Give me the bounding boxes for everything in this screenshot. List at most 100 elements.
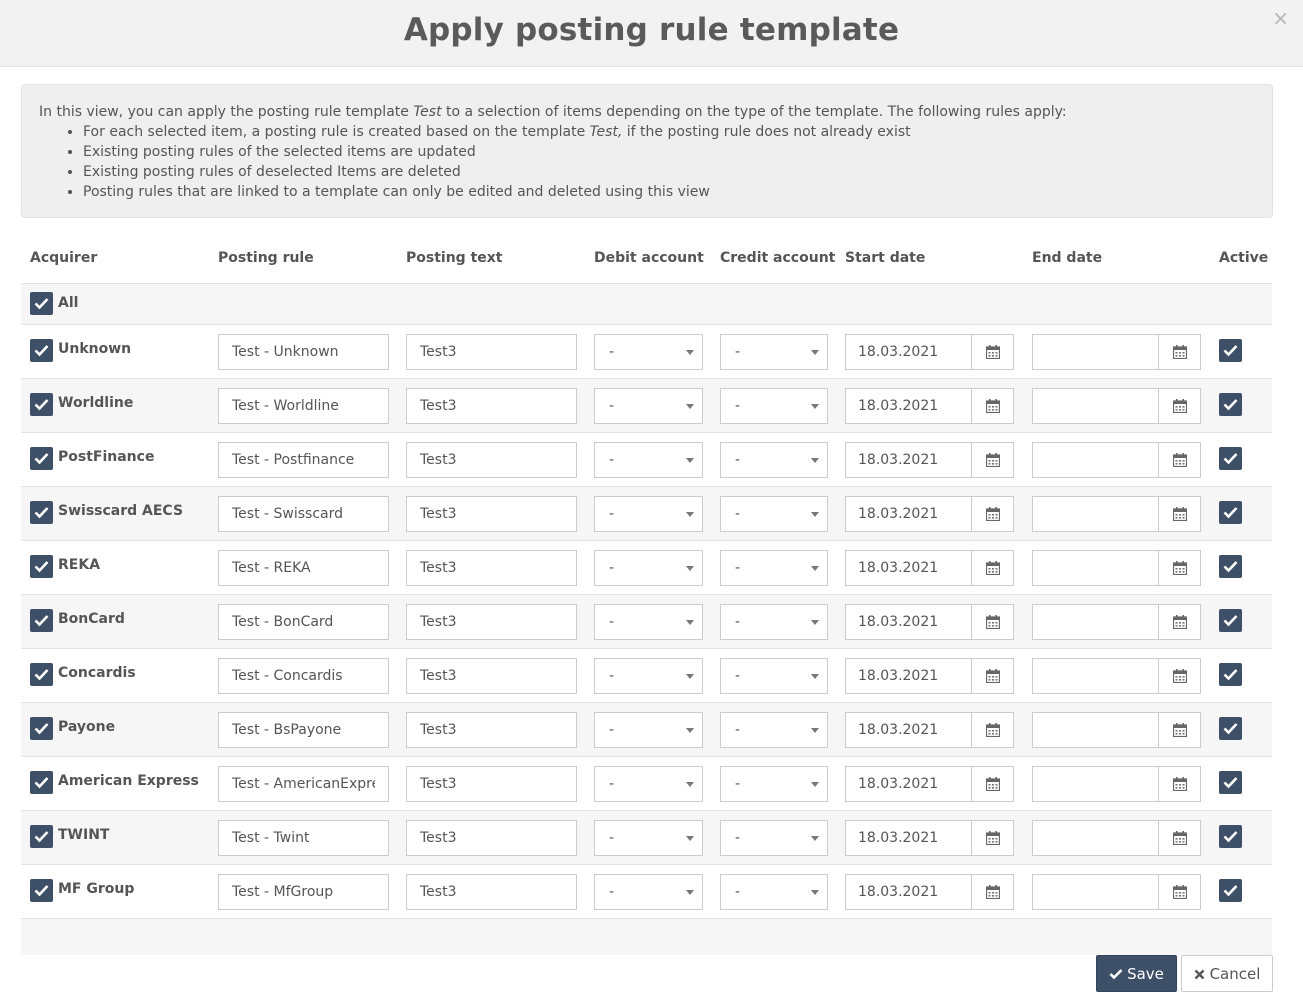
start-date-calendar-button[interactable]: [971, 713, 1013, 747]
debit-account-select[interactable]: -: [594, 550, 703, 586]
start-date-input[interactable]: [846, 389, 972, 423]
row-select-checkbox[interactable]: [30, 879, 53, 902]
active-checkbox[interactable]: [1219, 825, 1242, 848]
posting-rule-input[interactable]: [218, 388, 389, 424]
row-select-checkbox[interactable]: [30, 771, 53, 794]
active-checkbox[interactable]: [1219, 879, 1242, 902]
active-checkbox[interactable]: [1219, 771, 1242, 794]
end-date-input[interactable]: [1033, 821, 1159, 855]
row-select-checkbox[interactable]: [30, 663, 53, 686]
credit-account-select[interactable]: -: [720, 334, 828, 370]
end-date-calendar-button[interactable]: [1158, 713, 1200, 747]
end-date-calendar-button[interactable]: [1158, 767, 1200, 801]
debit-account-select[interactable]: -: [594, 334, 703, 370]
start-date-calendar-button[interactable]: [971, 335, 1013, 369]
cancel-button[interactable]: Cancel: [1181, 955, 1273, 992]
end-date-input[interactable]: [1033, 497, 1159, 531]
credit-account-select[interactable]: -: [720, 550, 828, 586]
row-select-checkbox[interactable]: [30, 393, 53, 416]
credit-account-select[interactable]: -: [720, 766, 828, 802]
active-checkbox[interactable]: [1219, 717, 1242, 740]
end-date-input[interactable]: [1033, 767, 1159, 801]
credit-account-select[interactable]: -: [720, 604, 828, 640]
end-date-input[interactable]: [1033, 659, 1159, 693]
debit-account-select[interactable]: -: [594, 604, 703, 640]
end-date-calendar-button[interactable]: [1158, 821, 1200, 855]
start-date-calendar-button[interactable]: [971, 497, 1013, 531]
posting-rule-input[interactable]: [218, 604, 389, 640]
posting-text-input[interactable]: [406, 334, 577, 370]
posting-text-input[interactable]: [406, 820, 577, 856]
end-date-calendar-button[interactable]: [1158, 659, 1200, 693]
end-date-input[interactable]: [1033, 443, 1159, 477]
credit-account-select[interactable]: -: [720, 712, 828, 748]
debit-account-select[interactable]: -: [594, 766, 703, 802]
save-button[interactable]: Save: [1096, 955, 1177, 992]
posting-rule-input[interactable]: [218, 712, 389, 748]
posting-text-input[interactable]: [406, 766, 577, 802]
active-checkbox[interactable]: [1219, 609, 1242, 632]
posting-text-input[interactable]: [406, 874, 577, 910]
active-checkbox[interactable]: [1219, 555, 1242, 578]
debit-account-select[interactable]: -: [594, 442, 703, 478]
end-date-input[interactable]: [1033, 389, 1159, 423]
row-select-checkbox[interactable]: [30, 339, 53, 362]
start-date-calendar-button[interactable]: [971, 389, 1013, 423]
posting-text-input[interactable]: [406, 712, 577, 748]
start-date-input[interactable]: [846, 551, 972, 585]
start-date-input[interactable]: [846, 605, 972, 639]
active-checkbox[interactable]: [1219, 447, 1242, 470]
end-date-calendar-button[interactable]: [1158, 389, 1200, 423]
posting-rule-input[interactable]: [218, 442, 389, 478]
posting-text-input[interactable]: [406, 442, 577, 478]
start-date-calendar-button[interactable]: [971, 443, 1013, 477]
select-all-checkbox[interactable]: [30, 292, 53, 315]
start-date-input[interactable]: [846, 713, 972, 747]
end-date-input[interactable]: [1033, 875, 1159, 909]
start-date-calendar-button[interactable]: [971, 767, 1013, 801]
posting-text-input[interactable]: [406, 550, 577, 586]
row-select-checkbox[interactable]: [30, 609, 53, 632]
end-date-calendar-button[interactable]: [1158, 551, 1200, 585]
posting-rule-input[interactable]: [218, 766, 389, 802]
end-date-calendar-button[interactable]: [1158, 497, 1200, 531]
debit-account-select[interactable]: -: [594, 820, 703, 856]
row-select-checkbox[interactable]: [30, 501, 53, 524]
posting-text-input[interactable]: [406, 604, 577, 640]
start-date-calendar-button[interactable]: [971, 659, 1013, 693]
credit-account-select[interactable]: -: [720, 496, 828, 532]
credit-account-select[interactable]: -: [720, 874, 828, 910]
row-select-checkbox[interactable]: [30, 825, 53, 848]
posting-text-input[interactable]: [406, 496, 577, 532]
start-date-input[interactable]: [846, 767, 972, 801]
debit-account-select[interactable]: -: [594, 388, 703, 424]
posting-text-input[interactable]: [406, 658, 577, 694]
close-icon[interactable]: ×: [1272, 6, 1289, 30]
credit-account-select[interactable]: -: [720, 442, 828, 478]
credit-account-select[interactable]: -: [720, 658, 828, 694]
end-date-calendar-button[interactable]: [1158, 875, 1200, 909]
debit-account-select[interactable]: -: [594, 712, 703, 748]
posting-rule-input[interactable]: [218, 496, 389, 532]
posting-rule-input[interactable]: [218, 550, 389, 586]
end-date-input[interactable]: [1033, 335, 1159, 369]
active-checkbox[interactable]: [1219, 501, 1242, 524]
start-date-input[interactable]: [846, 335, 972, 369]
active-checkbox[interactable]: [1219, 663, 1242, 686]
posting-rule-input[interactable]: [218, 820, 389, 856]
credit-account-select[interactable]: -: [720, 820, 828, 856]
posting-rule-input[interactable]: [218, 334, 389, 370]
end-date-calendar-button[interactable]: [1158, 605, 1200, 639]
start-date-calendar-button[interactable]: [971, 875, 1013, 909]
posting-rule-input[interactable]: [218, 874, 389, 910]
end-date-input[interactable]: [1033, 713, 1159, 747]
start-date-calendar-button[interactable]: [971, 821, 1013, 855]
start-date-calendar-button[interactable]: [971, 605, 1013, 639]
start-date-input[interactable]: [846, 875, 972, 909]
start-date-input[interactable]: [846, 497, 972, 531]
end-date-input[interactable]: [1033, 551, 1159, 585]
end-date-calendar-button[interactable]: [1158, 335, 1200, 369]
debit-account-select[interactable]: -: [594, 874, 703, 910]
end-date-calendar-button[interactable]: [1158, 443, 1200, 477]
debit-account-select[interactable]: -: [594, 658, 703, 694]
